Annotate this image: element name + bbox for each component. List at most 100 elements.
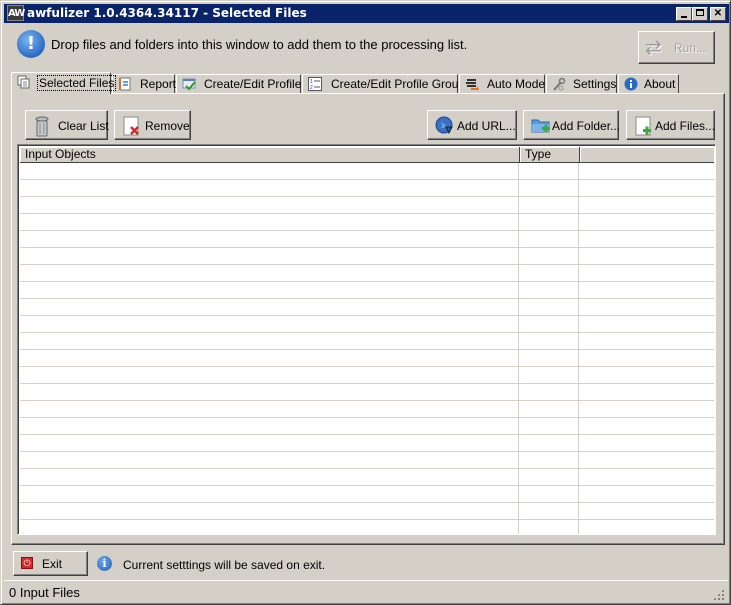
column-divider — [578, 350, 579, 367]
tab-create-edit-profiles[interactable]: Create/Edit Profiles — [176, 74, 307, 93]
maximize-button[interactable] — [692, 7, 708, 21]
input-objects-list[interactable]: Input Objects Type — [17, 144, 716, 535]
column-divider — [578, 180, 579, 197]
list-row[interactable] — [20, 520, 714, 534]
input-files-count: 0 Input Files — [9, 585, 80, 600]
column-divider — [578, 503, 579, 520]
drop-instructions: Drop files and folders into this window … — [51, 37, 468, 52]
list-row[interactable] — [20, 163, 714, 180]
close-icon: ✕ — [713, 8, 723, 19]
column-header-input-objects[interactable]: Input Objects — [20, 147, 520, 162]
tab-auto-mode[interactable]: Auto Mode — [459, 74, 545, 93]
list-row[interactable] — [20, 197, 714, 214]
remove-button[interactable]: Remove — [114, 110, 191, 140]
add-folder-button[interactable]: Add Folder... — [523, 110, 621, 140]
window-title: awfulizer 1.0.4364.34117 - Selected File… — [27, 6, 307, 20]
wrench-settings-icon — [553, 77, 566, 91]
tab-settings[interactable]: Settings — [546, 74, 617, 93]
minimize-button[interactable] — [676, 7, 692, 21]
column-divider — [578, 214, 579, 231]
list-row[interactable] — [20, 299, 714, 316]
add-folder-icon — [531, 119, 550, 133]
add-files-button[interactable]: Add Files... — [626, 110, 715, 140]
list-row[interactable] — [20, 367, 714, 384]
run-button[interactable]: ⇄ Run... — [638, 31, 715, 64]
column-divider — [578, 197, 579, 214]
add-files-label: Add Files... — [655, 119, 716, 133]
close-button[interactable]: ✕ — [710, 7, 726, 21]
tab-create-edit-profile-groups[interactable]: 12 Create/Edit Profile Groups — [302, 74, 471, 93]
column-divider — [518, 316, 519, 333]
list-row[interactable] — [20, 486, 714, 503]
list-row[interactable] — [20, 384, 714, 401]
tab-about[interactable]: About — [618, 74, 679, 93]
clear-list-button[interactable]: Clear List — [25, 110, 109, 140]
tab-label: Report — [140, 77, 177, 91]
column-divider — [578, 401, 579, 418]
list-row[interactable] — [20, 231, 714, 248]
column-header-type[interactable]: Type — [520, 147, 580, 162]
column-divider — [518, 384, 519, 401]
column-divider — [518, 163, 519, 180]
save-notice: Current setttings will be saved on exit. — [123, 558, 326, 572]
column-divider — [518, 452, 519, 469]
list-row[interactable] — [20, 435, 714, 452]
column-divider — [518, 214, 519, 231]
title-bar[interactable]: AW awfulizer 1.0.4364.34117 - Selected F… — [4, 4, 729, 23]
power-icon: ⏻ — [21, 557, 33, 569]
column-divider — [578, 316, 579, 333]
list-row[interactable] — [20, 418, 714, 435]
clear-list-label: Clear List — [58, 119, 109, 133]
list-row[interactable] — [20, 265, 714, 282]
column-divider — [518, 418, 519, 435]
tab-label: Auto Mode — [487, 77, 546, 91]
app-logo-icon: AW — [7, 5, 25, 21]
remove-file-icon — [123, 116, 139, 136]
column-divider — [578, 163, 579, 180]
column-divider — [518, 333, 519, 350]
column-divider — [518, 180, 519, 197]
column-divider — [578, 282, 579, 299]
minimize-icon — [681, 16, 687, 18]
list-row[interactable] — [20, 214, 714, 231]
list-row[interactable] — [20, 350, 714, 367]
column-divider — [578, 367, 579, 384]
list-row[interactable] — [20, 282, 714, 299]
trash-can-icon — [35, 116, 49, 137]
column-divider — [518, 367, 519, 384]
numbered-list-icon: 12 — [308, 77, 322, 91]
list-row[interactable] — [20, 248, 714, 265]
list-row[interactable] — [20, 401, 714, 418]
column-divider — [578, 418, 579, 435]
info-icon — [624, 77, 638, 91]
column-divider — [518, 503, 519, 520]
add-folder-label: Add Folder... — [552, 119, 621, 133]
svg-text:2: 2 — [310, 85, 313, 91]
column-divider — [578, 265, 579, 282]
column-divider — [518, 265, 519, 282]
column-divider — [518, 282, 519, 299]
column-divider — [578, 452, 579, 469]
status-bar: 0 Input Files — [4, 580, 728, 603]
column-divider — [518, 350, 519, 367]
tab-report[interactable]: Report — [112, 74, 177, 93]
list-row[interactable] — [20, 503, 714, 520]
tab-selected-files[interactable]: Selected Files — [11, 72, 117, 94]
exit-button[interactable]: ⏻ Exit — [13, 551, 88, 576]
list-row[interactable] — [20, 180, 714, 197]
tab-label: About — [644, 77, 676, 91]
list-row[interactable] — [20, 452, 714, 469]
column-header-extra[interactable] — [580, 147, 714, 162]
info-icon: i — [97, 556, 112, 571]
list-rows — [20, 163, 714, 534]
tab-label: Create/Edit Profiles — [204, 77, 308, 91]
list-row[interactable] — [20, 469, 714, 486]
column-divider — [578, 486, 579, 503]
add-url-button[interactable]: Add URL... — [427, 110, 517, 140]
resize-grip[interactable] — [713, 589, 724, 600]
list-row[interactable] — [20, 316, 714, 333]
globe-download-icon — [435, 116, 453, 135]
list-header: Input Objects Type — [20, 147, 714, 163]
list-row[interactable] — [20, 333, 714, 350]
remove-label: Remove — [145, 119, 190, 133]
